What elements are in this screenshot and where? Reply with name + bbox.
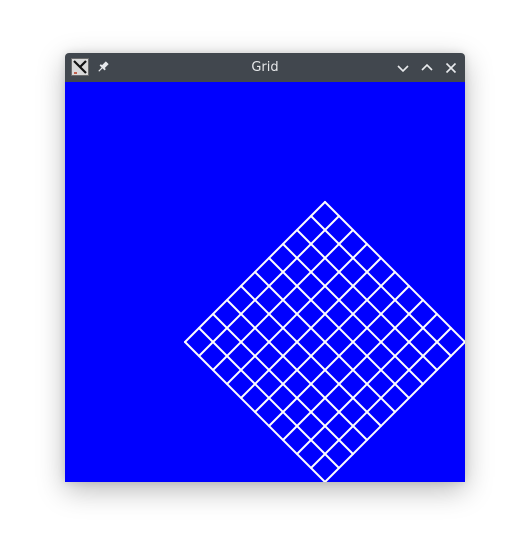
x-window-icon[interactable] [71,58,89,76]
close-button[interactable] [441,58,461,78]
title-bar[interactable]: Grid [65,53,465,82]
grid-canvas[interactable] [65,82,465,482]
chevron-down-icon [397,65,409,73]
pin-icon[interactable] [95,59,111,75]
minimize-button[interactable] [393,58,413,78]
chevron-up-icon [421,63,433,71]
close-icon [445,62,457,74]
rotated-grid [183,200,465,482]
maximize-button[interactable] [417,58,437,78]
app-window: Grid [65,53,465,482]
